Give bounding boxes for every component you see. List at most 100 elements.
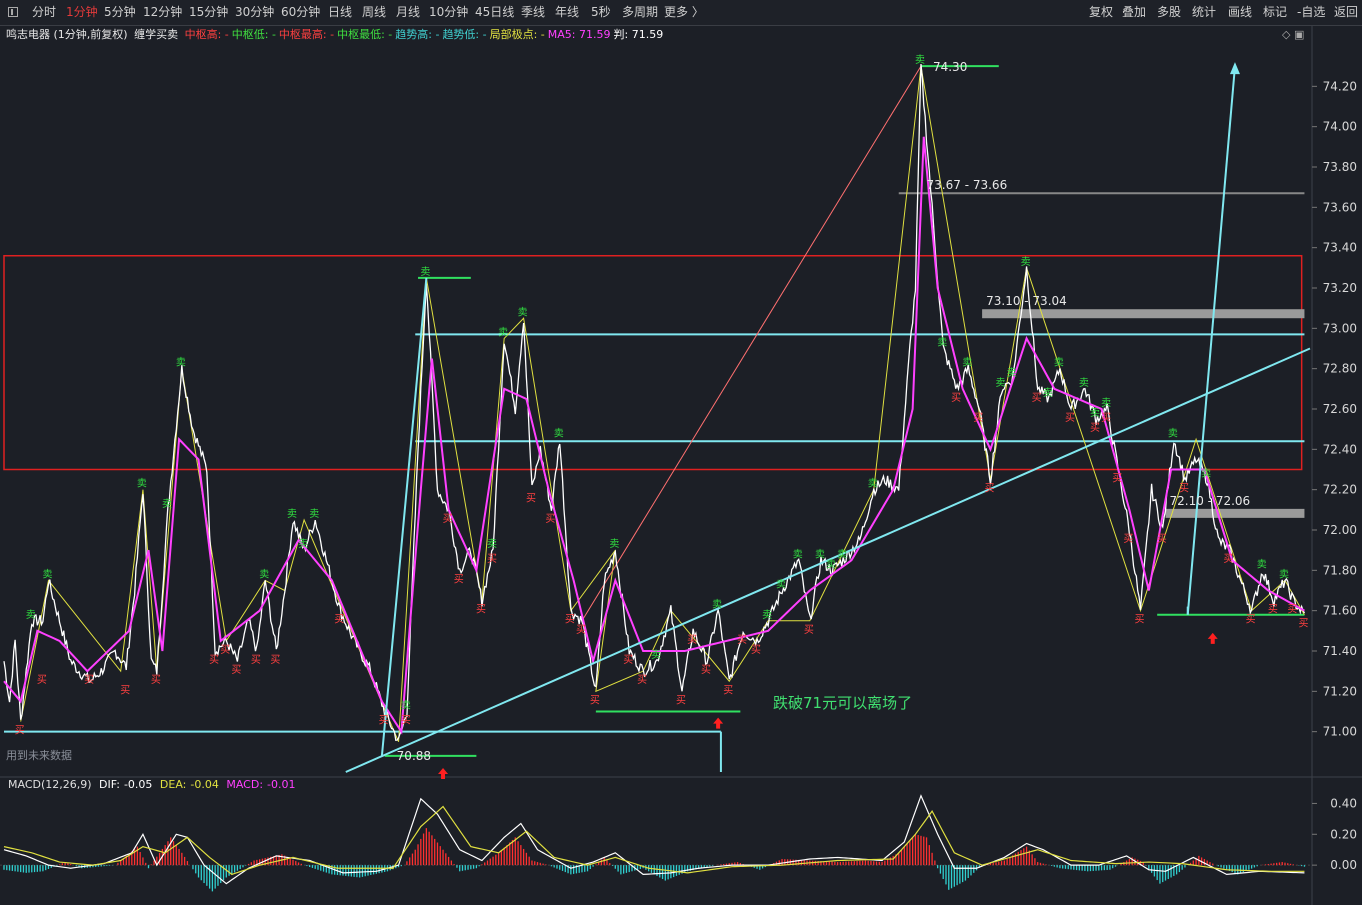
buy-signal: 买 <box>576 624 586 636</box>
buy-signal: 买 <box>209 654 219 666</box>
ma5-line <box>3 136 1305 735</box>
y-tick-label: 72.60 <box>1323 402 1357 416</box>
range-label-2: 73.10 - 73.04 <box>986 294 1067 308</box>
period-tab-14[interactable]: 5秒 <box>591 4 611 20</box>
sell-signal: 卖 <box>420 266 430 278</box>
macd-y-tick-label: 0.20 <box>1330 827 1357 841</box>
period-tab-5[interactable]: 30分钟 <box>235 4 274 20</box>
sell-signal: 卖 <box>1043 387 1053 399</box>
zigzag-line <box>20 66 1305 742</box>
period-tab-16[interactable]: 更多 〉 <box>664 4 704 20</box>
toolbar-button-0[interactable]: 复权 <box>1089 4 1113 20</box>
sell-signal: 卖 <box>487 538 497 550</box>
period-tab-8[interactable]: 周线 <box>362 4 386 20</box>
period-tab-6[interactable]: 60分钟 <box>281 4 320 20</box>
panel-controls[interactable]: ◇ ▣ <box>1282 28 1304 41</box>
buy-signal: 买 <box>476 604 486 616</box>
low-price-label: 70.88 <box>397 749 431 763</box>
high-price-label: 74.30 <box>933 60 967 74</box>
period-tab-7[interactable]: 日线 <box>328 4 352 20</box>
toolbar-button-5[interactable]: 标记 <box>1263 4 1287 20</box>
buy-signal: 买 <box>751 644 761 656</box>
sell-signal: 卖 <box>937 337 947 349</box>
buy-signal: 买 <box>231 664 241 676</box>
macd-y-tick-label: 0.00 <box>1330 858 1357 872</box>
period-tab-13[interactable]: 年线 <box>555 4 579 20</box>
period-tab-1[interactable]: 1分钟 <box>66 4 98 20</box>
sell-signal: 卖 <box>518 306 528 318</box>
buy-signal: 买 <box>334 614 344 626</box>
exit-callout: 跌破71元可以离场了 <box>773 694 913 712</box>
buy-signal: 买 <box>565 614 575 626</box>
buy-signal: 买 <box>251 654 261 666</box>
y-tick-label: 73.20 <box>1323 281 1357 295</box>
buy-signal: 买 <box>270 654 280 666</box>
buy-signal: 买 <box>487 553 497 565</box>
up-arrow-marker <box>713 717 724 729</box>
sell-signal: 卖 <box>1054 357 1064 369</box>
buy-signal: 买 <box>37 674 47 686</box>
diamond-icon[interactable]: ◇ <box>1282 28 1290 41</box>
buy-signal: 买 <box>120 684 130 696</box>
y-tick-label: 72.40 <box>1323 442 1357 456</box>
toolbar-button-1[interactable]: 叠加 <box>1122 4 1146 20</box>
sell-signal: 卖 <box>137 478 147 490</box>
sell-signal: 卖 <box>42 568 52 580</box>
macd-y-tick-label: 0.40 <box>1330 796 1357 810</box>
macd-label: MACD: <box>226 778 264 791</box>
sell-signal: 卖 <box>609 538 619 550</box>
buy-signal: 买 <box>1246 614 1256 626</box>
trend-line-2 <box>1186 66 1236 615</box>
y-tick-label: 73.00 <box>1323 321 1357 335</box>
macd-value: -0.01 <box>267 778 296 791</box>
sell-signal: 卖 <box>554 427 564 439</box>
chart-area[interactable]: 71.00 71.20 71.40 71.60 71.80 72.00 72.20 72.40… <box>0 26 1362 905</box>
buy-signal: 买 <box>220 644 230 656</box>
period-tab-15[interactable]: 多周期 <box>622 4 658 20</box>
period-tab-9[interactable]: 月线 <box>396 4 420 20</box>
dif-label: DIF: <box>99 778 120 791</box>
period-tab-0[interactable]: 分时 <box>32 4 56 20</box>
y-tick-label: 73.80 <box>1323 160 1357 174</box>
sell-signal: 卖 <box>712 599 722 611</box>
buy-signal: 买 <box>1223 553 1233 565</box>
sell-signal: 卖 <box>962 357 972 369</box>
macd-title: MACD(12,26,9) <box>8 778 92 791</box>
sell-signal: 卖 <box>1279 568 1289 580</box>
dea-label: DEA: <box>159 778 187 791</box>
trend-arrowhead <box>1229 62 1240 75</box>
buy-signal: 买 <box>951 392 961 404</box>
toolbar-button-6[interactable]: -自选 <box>1297 4 1325 20</box>
window-icon[interactable]: ▣ <box>1294 28 1304 41</box>
period-tab-3[interactable]: 12分钟 <box>143 4 182 20</box>
sell-signal: 卖 <box>1007 367 1017 379</box>
period-tab-11[interactable]: 45日线 <box>475 4 514 20</box>
toolbar-button-7[interactable]: 返回 <box>1334 4 1358 20</box>
sell-signal: 卖 <box>162 498 172 510</box>
period-tab-12[interactable]: 季线 <box>521 4 545 20</box>
buy-signal: 买 <box>737 634 747 646</box>
toolbar-button-3[interactable]: 统计 <box>1192 4 1216 20</box>
macd-info-bar: MACD(12,26,9) DIF: -0.05 DEA: -0.04 MACD: -… <box>8 778 300 791</box>
sell-signal: 卖 <box>1079 377 1089 389</box>
period-tab-2[interactable]: 5分钟 <box>104 4 136 20</box>
y-tick-label: 71.00 <box>1323 725 1357 739</box>
toolbar-button-2[interactable]: 多股 <box>1157 4 1181 20</box>
toolbar-button-4[interactable]: 画线 <box>1228 4 1252 20</box>
sidebar-toggle-icon[interactable] <box>8 7 18 17</box>
buy-signal: 买 <box>1268 604 1278 616</box>
period-tab-4[interactable]: 15分钟 <box>189 4 228 20</box>
buy-signal: 买 <box>1032 392 1042 404</box>
period-tab-10[interactable]: 10分钟 <box>429 4 468 20</box>
dif-value: -0.05 <box>123 778 153 791</box>
buy-signal: 买 <box>723 684 733 696</box>
buy-signal: 买 <box>443 513 453 525</box>
trend-line-1 <box>380 277 428 756</box>
sell-signal: 卖 <box>1201 468 1211 480</box>
buy-signal: 买 <box>1065 412 1075 424</box>
range-label-3: 72.10 - 72.06 <box>1170 494 1251 508</box>
buy-signal: 买 <box>687 634 697 646</box>
buy-signal: 买 <box>526 493 536 505</box>
sell-signal: 卖 <box>837 548 847 560</box>
buy-signal: 买 <box>1179 483 1189 495</box>
